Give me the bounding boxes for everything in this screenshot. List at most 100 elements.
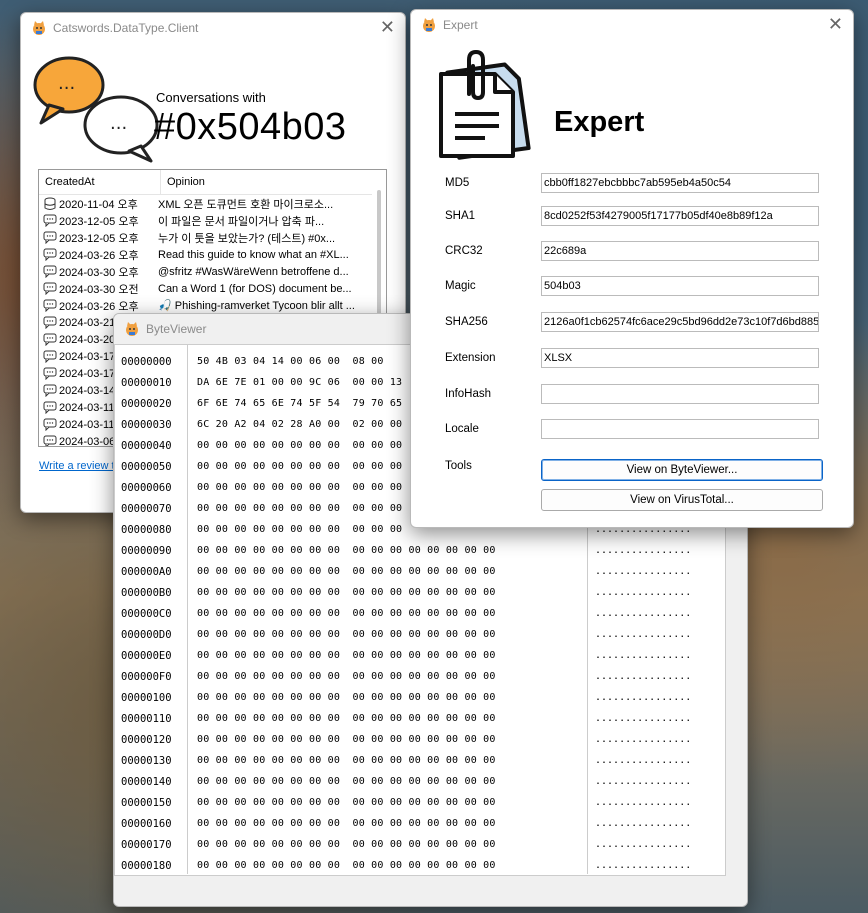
hex-address: 00000160 — [121, 817, 172, 830]
document-clip-icon — [439, 49, 531, 160]
chat-icon — [43, 214, 57, 227]
field-md5: MD5 cbb0ff1827ebcbbbc7ab595eb4a50c54 — [445, 173, 819, 193]
hex-bytes[interactable]: 00 00 00 00 00 00 00 00 00 00 00 00 00 0… — [193, 797, 597, 808]
write-review-link[interactable]: Write a review to — [39, 460, 121, 472]
expert-window: Expert ✕ Expert MD5 cbb0ff1827ebcbbbc7ab5… — [410, 9, 854, 528]
chat-icon — [43, 435, 57, 446]
hex-address: 00000020 — [121, 397, 172, 410]
field-label: InfoHash — [445, 388, 492, 400]
chat-icon — [43, 316, 57, 329]
list-item[interactable]: 2023-12-05 오후 누가 이 툿을 보았는가? (테스트) #0x... — [39, 229, 386, 246]
hex-address: 00000080 — [121, 523, 172, 536]
hex-bytes[interactable]: 00 00 00 00 00 00 00 00 00 00 00 00 00 0… — [193, 818, 597, 829]
created-at-text: 2024-03-11 — [59, 418, 115, 431]
hex-bytes[interactable]: 00 00 00 00 00 00 00 00 00 00 00 00 00 0… — [193, 566, 597, 577]
hex-ascii: ................ — [595, 566, 692, 577]
field-label: SHA256 — [445, 316, 488, 328]
hex-address: 00000110 — [121, 712, 172, 725]
chat-icon — [43, 282, 57, 295]
created-at-text: 2023-12-05 오후 — [59, 232, 139, 245]
magic-field[interactable]: 504b03 — [541, 276, 819, 296]
column-header-opinion[interactable]: Opinion — [161, 170, 367, 194]
list-item-created: 2024-03-26 오후 — [39, 247, 154, 263]
svg-text:...: ... — [58, 73, 75, 94]
close-icon[interactable]: ✕ — [380, 18, 395, 36]
hex-bytes[interactable]: 00 00 00 00 00 00 00 00 00 00 00 00 00 0… — [193, 776, 597, 787]
list-item-created: 2023-12-05 오후 — [39, 230, 154, 246]
opinion-text: Read this guide to know what an #XL... — [158, 248, 349, 261]
field-magic: Magic 504b03 — [445, 276, 819, 296]
hex-address: 000000F0 — [121, 670, 172, 683]
field-label: MD5 — [445, 177, 470, 189]
list-item[interactable]: 2024-03-26 오후 Read this guide to know wha… — [39, 246, 386, 263]
created-at-text: 2024-03-17 — [59, 350, 116, 363]
chat-icon — [43, 265, 57, 278]
list-item[interactable]: 2024-03-26 오후 🎣 Phishing-ramverket Tycoon… — [39, 297, 386, 314]
list-item[interactable]: 2020-11-04 오후 XML 오픈 도큐먼트 호환 마이크로소... — [39, 195, 386, 212]
cat-app-icon — [423, 18, 435, 32]
hex-bytes[interactable]: 00 00 00 00 00 00 00 00 00 00 00 00 00 0… — [193, 671, 597, 682]
locale-field[interactable] — [541, 419, 819, 439]
tools-label: Tools — [445, 460, 472, 472]
hex-bytes[interactable]: 00 00 00 00 00 00 00 00 00 00 00 00 00 0… — [193, 587, 597, 598]
hex-address: 00000060 — [121, 481, 172, 494]
created-at-text: 2024-03-30 오후 — [59, 266, 139, 279]
hex-bytes[interactable]: 00 00 00 00 00 00 00 00 00 00 00 00 00 0… — [193, 860, 597, 871]
infohash-field[interactable] — [541, 384, 819, 404]
chat-icon — [43, 333, 57, 346]
chat-icon — [43, 248, 57, 261]
list-item[interactable]: 2024-03-30 오후 @sfritz #WasWäreWenn betrof… — [39, 263, 386, 280]
field-sha256: SHA256 2126a0f1cb62574fc6ace29c5bd96dd2e7… — [445, 312, 819, 332]
crc32-field[interactable]: 22c689a — [541, 241, 819, 261]
field-label: CRC32 — [445, 245, 483, 257]
created-at-text: 2024-03-14 — [59, 384, 116, 397]
list-item[interactable]: 2023-12-05 오후 이 파일은 문서 파일이거나 압축 파... — [39, 212, 386, 229]
window-title: Catswords.DataType.Client — [53, 21, 199, 35]
field-extension: Extension XLSX — [445, 348, 819, 368]
expert-titlebar[interactable]: Expert ✕ — [411, 10, 853, 40]
hex-bytes[interactable]: 00 00 00 00 00 00 00 00 00 00 00 00 00 0… — [193, 650, 597, 661]
view-on-virustotal-button[interactable]: View on VirusTotal... — [541, 489, 823, 511]
hex-address: 00000140 — [121, 775, 172, 788]
tools-row: Tools — [445, 456, 541, 476]
window-title: ByteViewer — [146, 322, 207, 336]
hex-bytes[interactable]: 00 00 00 00 00 00 00 00 00 00 00 00 00 0… — [193, 545, 597, 556]
hex-bytes[interactable]: 00 00 00 00 00 00 00 00 00 00 00 00 00 0… — [193, 734, 597, 745]
hex-address: 00000050 — [121, 460, 172, 473]
created-at-text: 2024-03-20 — [59, 333, 116, 346]
window-title: Expert — [443, 18, 478, 32]
client-titlebar[interactable]: Catswords.DataType.Client ✕ — [21, 13, 405, 43]
hex-bytes[interactable]: 00 00 00 00 00 00 00 00 00 00 00 00 00 0… — [193, 608, 597, 619]
hex-ascii: ................ — [595, 860, 692, 871]
svg-text:...: ... — [110, 113, 127, 134]
extension-field[interactable]: XLSX — [541, 348, 819, 368]
sha1-field[interactable]: 8cd0252f53f4279005f17177b05df40e8b89f12a — [541, 206, 819, 226]
list-item-created: 2024-03-26 오후 — [39, 298, 154, 314]
created-at-text: 2024-03-06 — [59, 435, 116, 447]
created-at-text: 2024-03-11 — [59, 401, 115, 414]
view-on-byteviewer-button[interactable]: View on ByteViewer... — [541, 459, 823, 481]
field-sha1: SHA1 8cd0252f53f4279005f17177b05df40e8b89… — [445, 206, 819, 226]
sha256-field[interactable]: 2126a0f1cb62574fc6ace29c5bd96dd2e73c10f7… — [541, 312, 819, 332]
listview-header: CreatedAt Opinion — [39, 170, 386, 195]
hex-bytes[interactable]: 00 00 00 00 00 00 00 00 00 00 00 00 00 0… — [193, 839, 597, 850]
chat-bubbles-icon: ... ... — [33, 56, 159, 163]
chat-icon — [43, 367, 57, 380]
column-header-createdat[interactable]: CreatedAt — [39, 170, 161, 194]
hex-ascii: ................ — [595, 629, 692, 640]
chat-icon — [43, 401, 57, 414]
expert-heading: Expert — [554, 106, 645, 138]
list-item[interactable]: 2024-03-30 오전 Can a Word 1 (for DOS) docu… — [39, 280, 386, 297]
opinion-text: 🎣 Phishing-ramverket Tycoon blir allt ..… — [158, 300, 355, 312]
hex-bytes[interactable]: 00 00 00 00 00 00 00 00 00 00 00 00 00 0… — [193, 713, 597, 724]
hex-ascii: ................ — [595, 650, 692, 661]
hex-address: 00000130 — [121, 754, 172, 767]
hex-bytes[interactable]: 00 00 00 00 00 00 00 00 00 00 00 00 00 0… — [193, 755, 597, 766]
field-infohash: InfoHash — [445, 384, 819, 404]
hex-bytes[interactable]: 00 00 00 00 00 00 00 00 00 00 00 00 00 0… — [193, 692, 597, 703]
hex-ascii: ................ — [595, 608, 692, 619]
field-label: Magic — [445, 280, 476, 292]
hex-bytes[interactable]: 00 00 00 00 00 00 00 00 00 00 00 00 00 0… — [193, 629, 597, 640]
close-icon[interactable]: ✕ — [828, 15, 843, 33]
md5-field[interactable]: cbb0ff1827ebcbbbc7ab595eb4a50c54 — [541, 173, 819, 193]
